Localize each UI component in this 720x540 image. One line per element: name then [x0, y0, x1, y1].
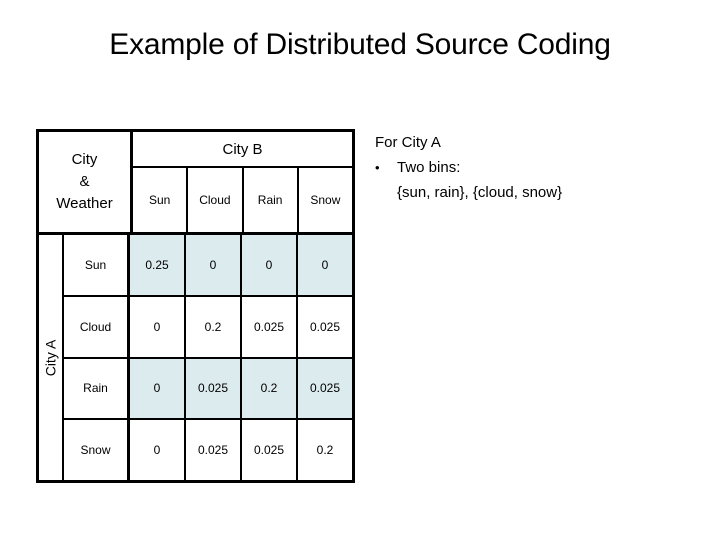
table-corner-label: City & Weather	[39, 132, 133, 232]
row-header-snow: Snow	[64, 420, 130, 480]
cell-cloud-snow: 0.025	[309, 319, 341, 334]
corner-label-line-2: &	[79, 173, 90, 190]
cell-rain-snow: 0.025	[298, 358, 352, 419]
corner-label-line-1: City	[71, 151, 98, 168]
table-header-band: City & Weather City B Sun Cloud Rain Sno…	[39, 132, 352, 232]
cell-cloud-cloud: 0.2	[186, 296, 242, 357]
table-row: Cloud 0 0.2 0.025 0.025	[64, 296, 352, 359]
cell-sun-cloud: 0	[186, 235, 242, 295]
column-header-sun: Sun	[133, 168, 189, 232]
column-header-group: City B Sun Cloud Rain Snow	[133, 132, 352, 232]
cell-sun-sun: 0.25	[130, 235, 186, 295]
notes-bullet-text: Two bins:	[397, 159, 461, 176]
corner-label-line-3: Weather	[56, 195, 113, 212]
notes-block: For City A • Two bins: {sun, rain}, {clo…	[375, 130, 705, 205]
cell-cloud-rain: 0.025	[242, 296, 298, 357]
cell-snow-cloud: 0.025	[186, 420, 242, 480]
table-row: Sun 0.25 0 0 0	[64, 235, 352, 297]
notes-lead: For City A	[375, 134, 441, 151]
cell-snow-sun: 0	[130, 420, 186, 480]
cell-sun-snow: 0	[298, 235, 352, 295]
cell-snow-snow: 0.2	[316, 443, 334, 458]
bullet-icon: •	[375, 160, 380, 175]
column-header-cloud: Cloud	[188, 168, 244, 232]
row-group-header: City A	[39, 235, 64, 480]
column-header-snow: Snow	[310, 193, 341, 207]
page-title: Example of Distributed Source Coding	[109, 28, 611, 61]
row-header-sun: Sun	[64, 235, 130, 295]
cell-cloud-sun: 0	[130, 296, 186, 357]
column-header-row: Sun Cloud Rain Snow	[133, 168, 352, 232]
cell-rain-cloud: 0.025	[186, 358, 242, 419]
column-header-rain: Rain	[244, 168, 299, 232]
cell-sun-rain: 0	[242, 235, 298, 295]
table-rows: Sun 0.25 0 0 0 Cloud 0 0.2 0.025 0.025 R…	[64, 235, 352, 480]
column-group-header: City B	[133, 132, 352, 168]
joint-probability-table: City & Weather City B Sun Cloud Rain Sno…	[36, 129, 355, 483]
cell-rain-rain: 0.2	[242, 358, 298, 419]
cell-snow-rain: 0.025	[242, 420, 298, 480]
cell-rain-sun: 0	[130, 358, 186, 419]
row-group-header-label: City A	[42, 339, 59, 376]
notes-sub-text: {sun, rain}, {cloud, snow}	[397, 184, 563, 201]
table-row: Rain 0 0.025 0.2 0.025	[64, 358, 352, 421]
table-row: Snow 0 0.025 0.025 0.2	[64, 420, 352, 480]
notes-bullet-item: • Two bins:	[375, 155, 705, 180]
table-body-band: City A Sun 0.25 0 0 0 Cloud 0 0.2 0.025 …	[39, 232, 352, 480]
row-header-cloud: Cloud	[64, 296, 130, 357]
row-header-rain: Rain	[64, 358, 130, 419]
